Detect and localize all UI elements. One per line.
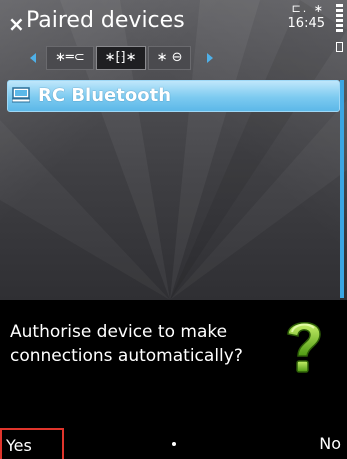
no-button[interactable]: No <box>319 428 341 459</box>
screen: × Paired devices ⊏. ∗ 16:45 ∗═⊂ ∗⁅⁆∗ ∗ ⊖… <box>0 0 347 459</box>
list-item[interactable]: RC Bluetooth <box>7 80 340 112</box>
tab-right-arrow-icon[interactable] <box>207 53 214 63</box>
center-softkey-dot-icon[interactable] <box>172 442 176 446</box>
softkey-bar: Yes No <box>0 428 347 459</box>
header: × Paired devices ⊏. ∗ 16:45 ∗═⊂ ∗⁅⁆∗ ∗ ⊖ <box>0 0 347 72</box>
yes-button[interactable]: Yes <box>0 428 64 459</box>
status-area: ⊏. ∗ 16:45 <box>288 2 325 32</box>
device-list: RC Bluetooth <box>7 80 340 112</box>
computer-icon <box>12 87 30 103</box>
page-title: Paired devices <box>26 8 185 33</box>
tab-bar: ∗═⊂ ∗⁅⁆∗ ∗ ⊖ <box>30 46 214 70</box>
tab-bluetooth-headset[interactable]: ∗═⊂ <box>46 46 94 70</box>
clock: 16:45 <box>287 16 325 31</box>
tab-left-arrow-icon[interactable] <box>30 53 36 63</box>
status-indicator-icons: ⊏. ∗ <box>291 2 325 15</box>
question-icon <box>287 322 321 373</box>
device-name: RC Bluetooth <box>38 85 172 106</box>
scrollbar[interactable] <box>340 80 344 298</box>
close-icon[interactable]: × <box>8 14 25 34</box>
tab-bluetooth-blocked[interactable]: ∗ ⊖ <box>147 46 192 70</box>
tab-bluetooth-paired[interactable]: ∗⁅⁆∗ <box>95 46 146 70</box>
dialog-message: Authorise device to make connections aut… <box>10 322 243 366</box>
battery-icon <box>336 4 343 52</box>
confirmation-dialog: Authorise device to make connections aut… <box>0 300 347 428</box>
